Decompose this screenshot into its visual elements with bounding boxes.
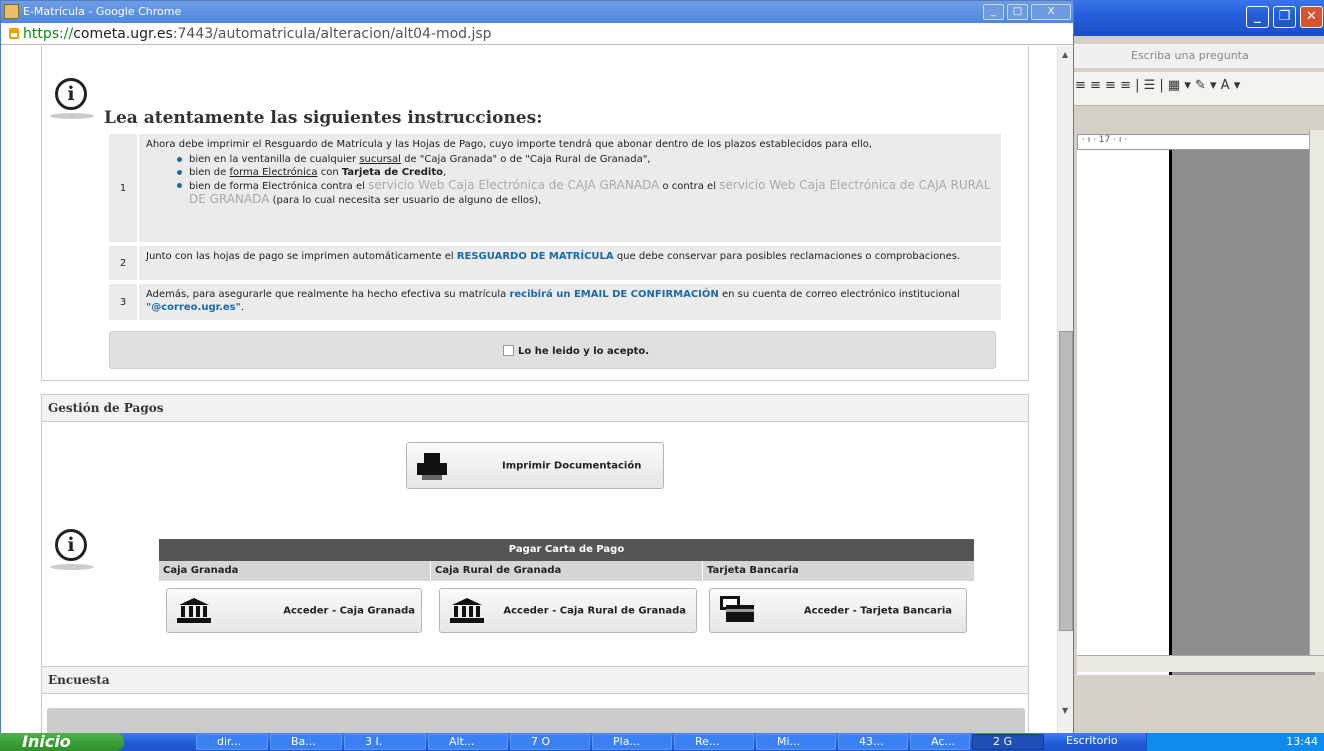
- print-documentation-button[interactable]: Imprimir Documentación: [406, 442, 664, 489]
- credit-card-icon: [720, 596, 754, 622]
- bank-icon: [450, 598, 484, 624]
- word-ruler: · ı · 17 · ı ·: [1077, 134, 1317, 150]
- acceder-caja-granada-button[interactable]: Acceder - Caja Granada: [166, 588, 422, 633]
- info-icon: i: [50, 78, 94, 119]
- column-caja-rural: Caja Rural de Granada: [431, 561, 703, 581]
- clock: 13:44: [1286, 735, 1318, 748]
- caja-granada-web-link[interactable]: servicio Web Caja Electrónica de CAJA GR…: [368, 178, 659, 192]
- acceder-tarjeta-label: Acceder - Tarjeta Bancaria: [803, 605, 952, 616]
- desktop-toolbar[interactable]: Escritorio: [1060, 734, 1142, 750]
- encuesta-header: Encuesta: [41, 666, 1029, 694]
- taskbar-item-active[interactable]: 2 G: [972, 734, 1044, 750]
- instructions-panel: i Lea atentamente las siguientes instruc…: [41, 46, 1029, 381]
- row-number: 1: [109, 134, 139, 242]
- print-button-label: Imprimir Documentación: [502, 460, 642, 471]
- row-number: 2: [109, 246, 139, 280]
- scroll-up-icon[interactable]: ▲: [1062, 50, 1068, 59]
- word-ask-placeholder: Escriba una pregunta: [1131, 49, 1249, 62]
- taskbar-item[interactable]: Re...: [674, 734, 754, 750]
- taskbar: Inicio dir... Ba... 3 I. Alt... 7 O Pla.…: [0, 733, 1324, 751]
- word-minimize-button[interactable]: _: [1246, 6, 1269, 28]
- encuesta-content: [47, 708, 1025, 734]
- instruction-row-2: 2 Junto con las hojas de pago se imprime…: [109, 246, 1001, 280]
- pagos-header: Gestión de Pagos: [41, 394, 1029, 422]
- close-button[interactable]: X: [1031, 4, 1071, 20]
- scrollbar-thumb[interactable]: [1059, 331, 1073, 631]
- lock-icon: [9, 28, 19, 39]
- instructions-title: Lea atentamente las siguientes instrucci…: [104, 108, 543, 128]
- acceder-caja-granada-label: Acceder - Caja Granada: [283, 605, 415, 616]
- info-icon: i: [50, 529, 94, 570]
- row-number: 3: [109, 284, 139, 320]
- acceder-tarjeta-button[interactable]: Acceder - Tarjeta Bancaria: [709, 588, 967, 633]
- taskbar-item[interactable]: 3 I.: [344, 734, 426, 750]
- url-path: :7443/automatricula/alteracion/alt04-mod…: [172, 26, 492, 42]
- word-format-toolbar[interactable]: ≡ ≡ ≡ ≡ | ☰ | ▦ ▾ ✎ ▾ A ▾: [1071, 72, 1324, 106]
- maximize-button[interactable]: □: [1007, 4, 1028, 20]
- background-word-window: _ ❐ ✕ Escriba una pregunta ≡ ≡ ≡ ≡ | ☰ |…: [1070, 0, 1324, 733]
- taskbar-item[interactable]: 7 O: [510, 734, 590, 750]
- column-caja-granada: Caja Granada: [159, 561, 431, 581]
- bullet-web: bien de forma Electrónica contra el serv…: [176, 179, 995, 207]
- taskbar-item[interactable]: 43...: [838, 734, 908, 750]
- row-1-intro: Ahora debe imprimir el Resguardo de Matr…: [146, 139, 873, 150]
- accept-checkbox[interactable]: [503, 345, 514, 356]
- accept-bar: Lo he leido y lo acepto.: [109, 331, 996, 369]
- correo-ugr-text: "@correo.ugr.es": [146, 302, 241, 313]
- word-ask-box[interactable]: Escriba una pregunta: [1071, 44, 1324, 68]
- acceder-caja-rural-label: Acceder - Caja Rural de Granada: [503, 605, 686, 616]
- resguardo-link: RESGUARDO DE MATRÍCULA: [456, 251, 614, 262]
- bank-icon: [177, 598, 211, 624]
- url-host: cometa.ugr.es: [73, 26, 173, 42]
- taskbar-item[interactable]: Alt...: [428, 734, 508, 750]
- word-titlebar: _ ❐ ✕: [1071, 0, 1324, 36]
- accept-label[interactable]: Lo he leido y lo acepto.: [518, 346, 649, 357]
- chrome-titlebar: E-Matrícula - Google Chrome _ □ X: [1, 1, 1073, 23]
- taskbar-item[interactable]: dir...: [196, 734, 268, 750]
- email-confirmation-text: recibirá un EMAIL DE CONFIRMACIÓN: [509, 289, 719, 300]
- pay-table-title: Pagar Carta de Pago: [159, 539, 974, 561]
- chrome-window: E-Matrícula - Google Chrome _ □ X https:…: [0, 0, 1074, 734]
- sucursal-link[interactable]: sucursal: [359, 154, 401, 165]
- word-horizontal-scrollbar[interactable]: [1077, 655, 1324, 672]
- window-title: E-Matrícula - Google Chrome: [23, 5, 182, 18]
- minimize-button[interactable]: _: [983, 4, 1004, 20]
- page-content: i Lea atentamente las siguientes instruc…: [1, 46, 1057, 734]
- instruction-row-1: 1 Ahora debe imprimir el Resguardo de Ma…: [109, 134, 1001, 242]
- taskbar-item[interactable]: Pla...: [592, 734, 672, 750]
- address-bar[interactable]: https://cometa.ugr.es:7443/automatricula…: [1, 23, 1073, 45]
- page-scrollbar[interactable]: ▲ ▼: [1057, 46, 1073, 734]
- word-vertical-scrollbar[interactable]: [1309, 130, 1324, 670]
- url-scheme: https://: [23, 26, 74, 42]
- printer-icon: [417, 453, 447, 481]
- word-page-margin: [1169, 150, 1315, 675]
- app-icon: [4, 4, 19, 19]
- forma-electronica-link[interactable]: forma Electrónica: [229, 167, 317, 178]
- scroll-down-icon[interactable]: ▼: [1062, 706, 1068, 715]
- system-tray: 13:44: [1146, 733, 1324, 751]
- start-button[interactable]: Inicio: [0, 733, 124, 751]
- column-tarjeta: Tarjeta Bancaria: [703, 561, 974, 581]
- acceder-caja-rural-button[interactable]: Acceder - Caja Rural de Granada: [439, 588, 697, 633]
- bullet-ventanilla: bien en la ventanilla de cualquier sucur…: [176, 153, 995, 166]
- taskbar-item[interactable]: Ba...: [270, 734, 342, 750]
- taskbar-item[interactable]: Ac...: [910, 734, 970, 750]
- taskbar-item[interactable]: Mi...: [756, 734, 836, 750]
- word-close-button[interactable]: ✕: [1300, 6, 1323, 28]
- instruction-row-3: 3 Además, para asegurarle que realmente …: [109, 284, 1001, 320]
- word-restore-button[interactable]: ❐: [1273, 6, 1296, 28]
